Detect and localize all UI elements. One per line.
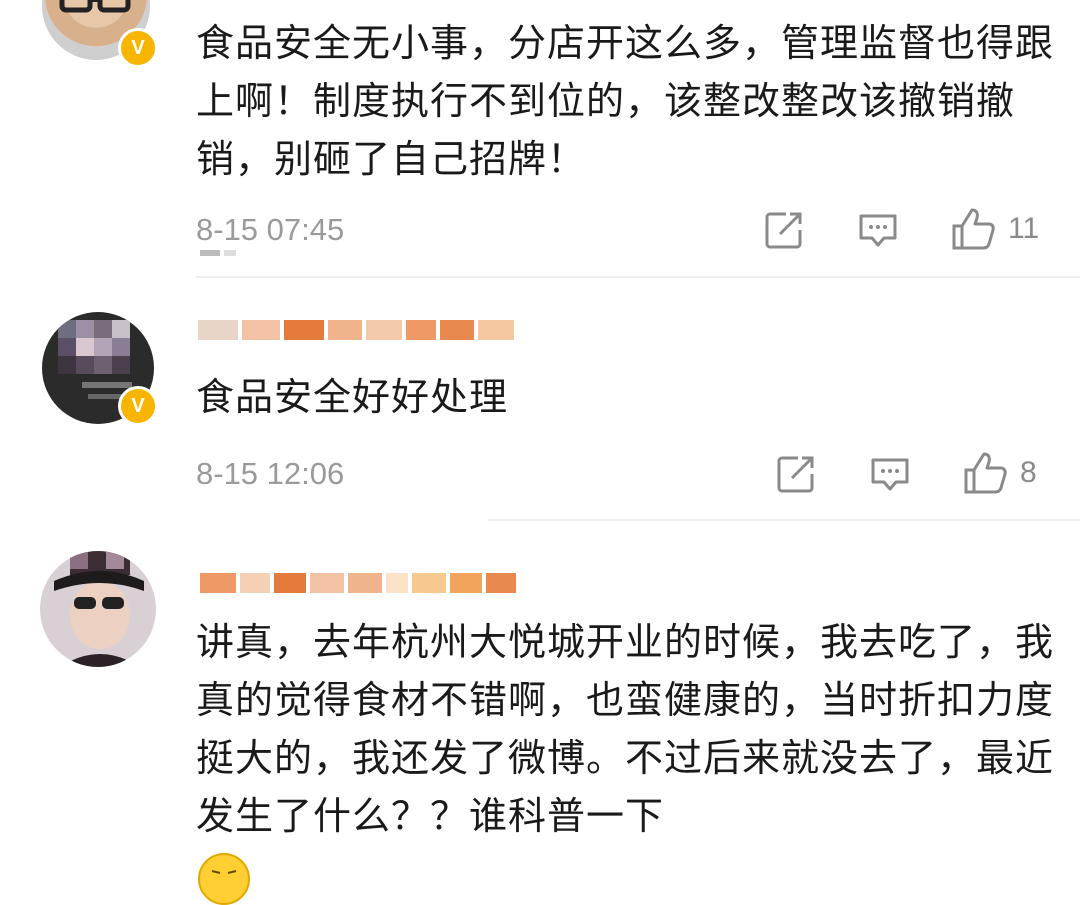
comment-item: 讲真，去年杭州大悦城开业的时候，我去吃了，我真的觉得食材不错啊，也蛮健康的，当时…: [0, 521, 1080, 905]
comment-timestamp: 8-15 12:06: [196, 456, 345, 491]
comment-text: 讲真，去年杭州大悦城开业的时候，我去吃了，我真的觉得食材不错啊，也蛮健康的，当时…: [196, 620, 1055, 838]
username-blurred: [200, 573, 520, 593]
comment-text: 食品安全无小事，分店开这么多，管理监督也得跟上啊！制度执行不到位的，该整改整改该…: [196, 21, 1055, 181]
avatar[interactable]: [40, 551, 156, 667]
avatar-blurred-icon: [54, 551, 144, 667]
comment-timestamp: 8-15 07:45: [196, 212, 345, 247]
comment-item: V 食品安全好好处理 8-15 12:06 8: [0, 278, 1080, 518]
like-count: 8: [1020, 456, 1037, 489]
verified-badge-icon: V: [118, 28, 158, 68]
comment-icon[interactable]: [870, 454, 910, 494]
repost-icon[interactable]: [764, 210, 804, 250]
repost-icon[interactable]: [776, 454, 816, 494]
comment-text: 食品安全好好处理: [196, 375, 509, 419]
like-icon[interactable]: [950, 206, 996, 252]
like-icon[interactable]: [962, 450, 1008, 496]
username-blurred: [198, 320, 518, 340]
comment-item: V 食品安全无小事，分店开这么多，管理监督也得跟上啊！制度执行不到位的，该整改整…: [0, 0, 1080, 275]
like-count: 11: [1008, 212, 1040, 245]
comment-icon[interactable]: [858, 210, 898, 250]
verified-badge-icon: V: [118, 386, 158, 426]
grimace-emoji-icon: [198, 853, 250, 905]
blurred-text: [200, 250, 240, 258]
